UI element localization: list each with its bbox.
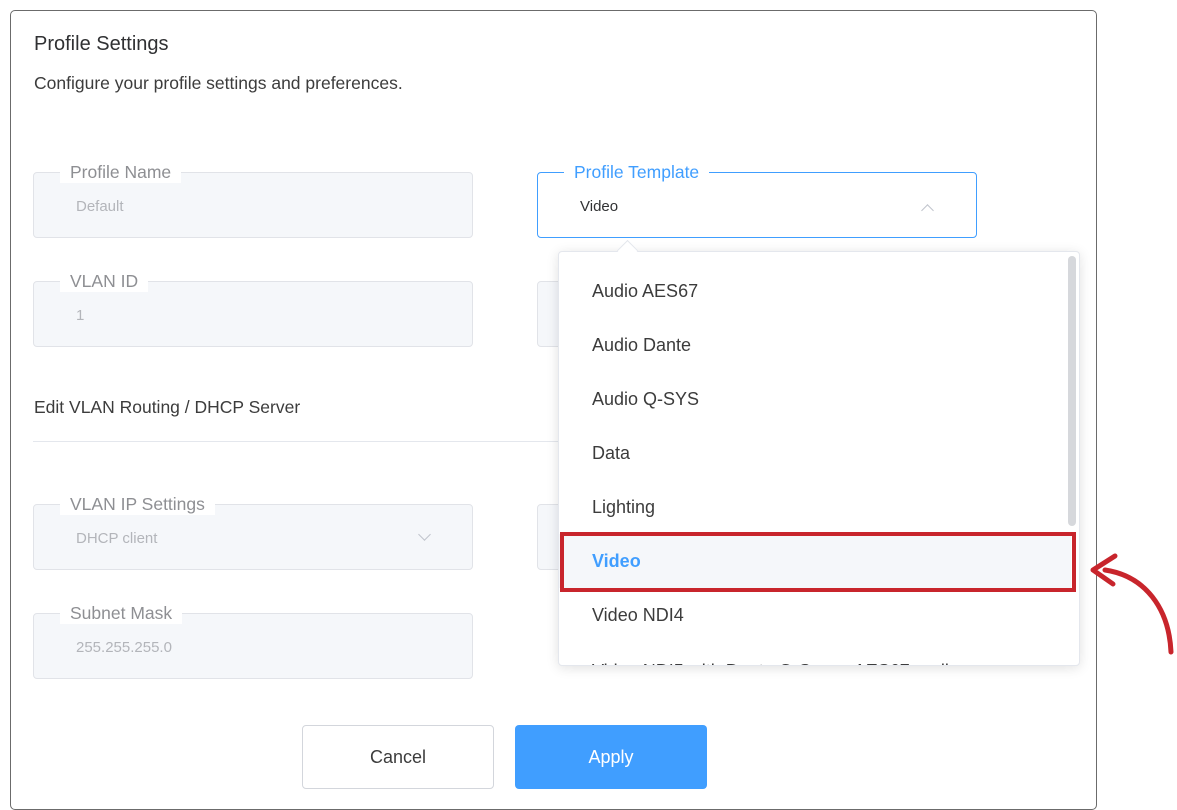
profile-template-select[interactable]: Profile Template Video xyxy=(537,161,977,238)
vlan-ip-settings-select[interactable]: VLAN IP Settings DHCP client xyxy=(33,493,473,570)
chevron-up-icon xyxy=(921,204,934,217)
profile-name-field[interactable]: Profile Name Default xyxy=(33,161,473,238)
vlan-id-label: VLAN ID xyxy=(60,270,149,292)
profile-template-value: Video xyxy=(580,198,619,215)
profile-template-dropdown: Audio AES67 Audio Dante Audio Q-SYS Data… xyxy=(558,251,1080,666)
subnet-mask-label: Subnet Mask xyxy=(60,602,183,624)
apply-button[interactable]: Apply xyxy=(515,725,707,789)
dropdown-option[interactable]: Audio AES67 xyxy=(559,264,1071,318)
vlan-id-field[interactable]: VLAN ID 1 xyxy=(33,270,473,347)
dropdown-option[interactable]: Video NDI4 xyxy=(559,588,1071,642)
selection-highlight-box xyxy=(560,532,1076,592)
profile-template-label: Profile Template xyxy=(564,161,710,183)
subnet-mask-field[interactable]: Subnet Mask 255.255.255.0 xyxy=(33,602,473,679)
dropdown-option[interactable]: Audio Dante xyxy=(559,318,1071,372)
subnet-mask-value: 255.255.255.0 xyxy=(76,639,172,656)
chevron-down-icon xyxy=(418,528,431,541)
section-divider xyxy=(33,441,583,442)
dialog-title: Profile Settings xyxy=(34,33,169,55)
dropdown-scrollbar[interactable] xyxy=(1068,256,1076,526)
section-title: Edit VLAN Routing / DHCP Server xyxy=(34,397,301,417)
curved-arrow-icon xyxy=(1090,553,1174,655)
dropdown-option[interactable]: Video NDI5 with Dante Q-Sys or AES67 aud… xyxy=(559,644,1071,666)
dropdown-option[interactable]: Audio Q-SYS xyxy=(559,372,1071,426)
profile-name-value: Default xyxy=(76,198,124,215)
vlan-ip-settings-value: DHCP client xyxy=(76,530,158,547)
dropdown-option[interactable]: Data xyxy=(559,426,1071,480)
dropdown-option[interactable]: Lighting xyxy=(559,480,1071,534)
vlan-ip-settings-label: VLAN IP Settings xyxy=(60,493,215,515)
profile-name-label: Profile Name xyxy=(60,161,182,183)
dialog-subtitle: Configure your profile settings and pref… xyxy=(34,73,403,93)
cancel-button[interactable]: Cancel xyxy=(302,725,494,789)
vlan-id-value: 1 xyxy=(76,307,85,324)
